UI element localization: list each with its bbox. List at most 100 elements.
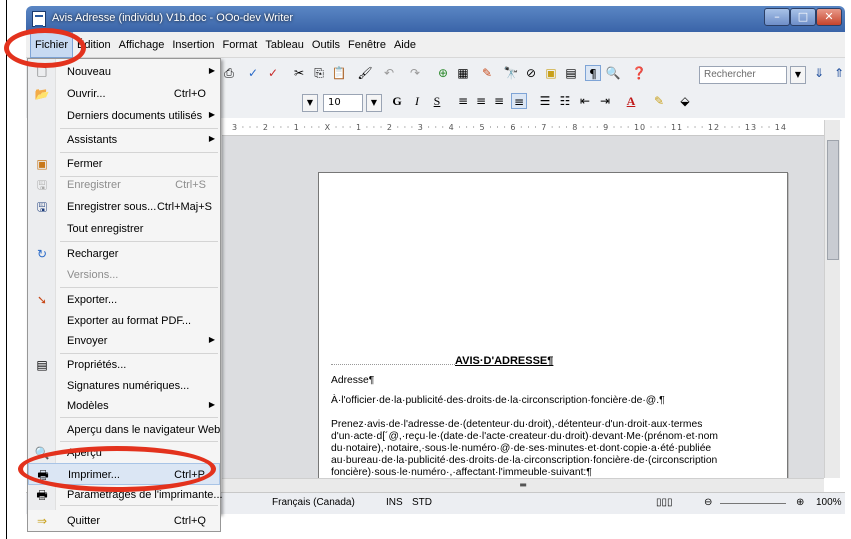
horizontal-ruler[interactable]: 3 · · · 2 · · · 1 · · · X · · · 1 · · · … — [222, 120, 824, 136]
menu-item-label: Exporter au format PDF... — [67, 315, 192, 327]
increase-indent-icon[interactable]: ⇥ — [597, 93, 613, 109]
search-dropdown-button[interactable]: ▼ — [790, 66, 806, 84]
spellcheck-icon[interactable]: ✓ — [245, 65, 261, 81]
search-input[interactable]: Rechercher — [699, 66, 787, 84]
menu-item-signatures[interactable]: Signatures numériques... — [28, 375, 220, 397]
navigator-icon[interactable]: ⊘ — [523, 65, 539, 81]
doc-paragraph-prenez-avis: Prenez·avis·de·l'adresse·de·(detenteur·d… — [331, 419, 718, 478]
menu-item-versions[interactable]: Versions... — [28, 264, 220, 286]
table-icon[interactable]: ▦ — [455, 65, 471, 81]
close-document-icon: ▣ — [36, 157, 48, 171]
minimize-button[interactable]: – — [764, 8, 790, 26]
menu-outils[interactable]: Outils — [308, 32, 344, 58]
bullets-icon[interactable]: ☷ — [557, 93, 573, 109]
vertical-scroll-thumb[interactable] — [827, 140, 839, 260]
underline-icon[interactable]: S — [429, 93, 445, 109]
paste-icon[interactable]: 📋 — [331, 65, 347, 81]
help-icon[interactable]: ❓ — [631, 65, 647, 81]
menu-affichage[interactable]: Affichage — [115, 32, 169, 58]
close-window-button[interactable]: ✕ — [816, 8, 842, 26]
status-selection-mode[interactable]: STD — [412, 497, 432, 508]
menu-item-proprietes[interactable]: ▤ Propriétés... — [28, 354, 220, 376]
background-color-icon[interactable]: ⬙ — [677, 93, 693, 109]
menu-item-shortcut: Ctrl+Maj+S — [156, 201, 212, 213]
datasources-icon[interactable]: ▤ — [563, 65, 579, 81]
decrease-indent-icon[interactable]: ⇤ — [577, 93, 593, 109]
menu-item-label: Derniers documents utilisés — [67, 110, 203, 122]
highlight-icon[interactable]: ✎ — [651, 93, 667, 109]
bold-icon[interactable]: G — [389, 93, 405, 109]
cut-icon[interactable]: ✂ — [291, 65, 307, 81]
document-area: AVIS·D'ADRESSE¶ Adresse¶ À·l'officier·de… — [222, 136, 824, 492]
status-language[interactable]: Français (Canada) — [272, 497, 355, 508]
menu-item-exporter[interactable]: ➘ Exporter... — [28, 289, 220, 311]
redo-icon[interactable]: ↷ — [407, 65, 423, 81]
font-color-icon[interactable]: A — [623, 93, 639, 109]
submenu-arrow-icon: ▶ — [208, 110, 215, 119]
menu-item-envoyer[interactable]: Envoyer ▶ — [28, 330, 220, 352]
menu-item-enregistrer[interactable]: 🖫 Enregistrer Ctrl+S — [28, 174, 220, 196]
justify-icon[interactable]: ≡ — [511, 93, 527, 109]
menu-bar: Fichier Édition Affichage Insertion Format Ta… — [26, 32, 845, 58]
menu-fenetre[interactable]: Fenêtre — [344, 32, 390, 58]
export-pdf-icon[interactable]: ⎙ — [221, 65, 237, 81]
menu-item-ouvrir[interactable]: 📂 Ouvrir... Ctrl+O — [28, 83, 220, 105]
draw-icon[interactable]: ✎ — [479, 65, 495, 81]
font-size-input[interactable]: 10 — [323, 94, 363, 112]
autospell-icon[interactable]: ✓ — [265, 65, 281, 81]
menu-item-apercu-web[interactable]: Aperçu dans le navigateur Web — [28, 419, 220, 441]
menu-insertion[interactable]: Insertion — [168, 32, 218, 58]
menu-item-label: Enregistrer — [67, 179, 121, 191]
menu-tableau[interactable]: Tableau — [261, 32, 308, 58]
menu-aide[interactable]: Aide — [390, 32, 420, 58]
document-page[interactable]: AVIS·D'ADRESSE¶ Adresse¶ À·l'officier·de… — [318, 172, 788, 492]
find-replace-icon[interactable]: 🔭 — [503, 65, 519, 81]
view-layout-icon[interactable]: ▯▯▯ — [656, 497, 673, 508]
menu-item-quitter[interactable]: ⇒ Quitter Ctrl+Q — [27, 510, 221, 532]
menu-item-enregistrer-sous[interactable]: 🖫 Enregistrer sous... Ctrl+Maj+S — [28, 196, 220, 218]
align-center-icon[interactable]: ≡ — [473, 93, 489, 109]
menu-separator — [60, 241, 218, 242]
vertical-scrollbar[interactable] — [824, 120, 840, 478]
font-name-dropdown[interactable]: ▼ — [302, 94, 318, 112]
numbering-icon[interactable]: ☰ — [537, 93, 553, 109]
zoom-level[interactable]: 100% — [816, 497, 842, 508]
menu-item-derniers-documents[interactable]: Derniers documents utilisés ▶ — [28, 105, 220, 127]
menu-item-label: Ouvrir... — [67, 88, 106, 100]
menu-item-assistants[interactable]: Assistants ▶ — [28, 129, 220, 151]
clone-format-icon[interactable]: 🖌 — [357, 65, 373, 81]
zoom-slider[interactable] — [720, 503, 786, 504]
menu-item-exporter-pdf[interactable]: Exporter au format PDF... — [28, 310, 220, 332]
zoom-out-icon[interactable]: ⊖ — [704, 497, 712, 508]
menu-item-shortcut: Ctrl+O — [173, 88, 206, 100]
hyperlink-icon[interactable]: ⊕ — [435, 65, 451, 81]
align-right-icon[interactable]: ≡ — [491, 93, 507, 109]
formatting-marks-icon[interactable]: ¶ — [585, 65, 601, 81]
document-heading: AVIS·D'ADRESSE¶ — [455, 355, 554, 367]
doc-paragraph-officier: À·l'officier·de·la·publicité·des·droits·… — [331, 395, 665, 406]
font-size-dropdown[interactable]: ▼ — [366, 94, 382, 112]
export-icon: ➘ — [36, 293, 48, 307]
italic-icon[interactable]: I — [409, 93, 425, 109]
menu-item-label: Propriétés... — [67, 359, 127, 371]
find-previous-icon[interactable]: ⇑ — [831, 65, 847, 81]
align-left-icon[interactable]: ≡ — [455, 93, 471, 109]
printer-settings-icon: 🖶 — [36, 488, 48, 502]
menu-item-fermer[interactable]: ▣ Fermer — [28, 153, 220, 175]
maximize-button[interactable]: □ — [790, 8, 816, 26]
status-insert-mode[interactable]: INS — [386, 497, 403, 508]
copy-icon[interactable]: ⎘ — [311, 65, 327, 81]
menu-item-recharger[interactable]: ↻ Recharger — [28, 243, 220, 265]
zoom-icon[interactable]: 🔍 — [605, 65, 621, 81]
menu-item-modeles[interactable]: Modèles ▶ — [28, 395, 220, 417]
menu-item-tout-enregistrer[interactable]: Tout enregistrer — [28, 218, 220, 240]
undo-icon[interactable]: ↶ — [381, 65, 397, 81]
menu-format[interactable]: Format — [219, 32, 262, 58]
zoom-in-icon[interactable]: ⊕ — [796, 497, 804, 508]
gallery-icon[interactable]: ▣ — [543, 65, 559, 81]
submenu-arrow-icon: ▶ — [208, 400, 215, 409]
horizontal-scrollbar[interactable]: ▬ — [222, 478, 824, 492]
menu-item-label: Nouveau — [67, 66, 112, 78]
find-next-icon[interactable]: ⇓ — [811, 65, 827, 81]
menu-item-label: Modèles — [67, 400, 109, 412]
